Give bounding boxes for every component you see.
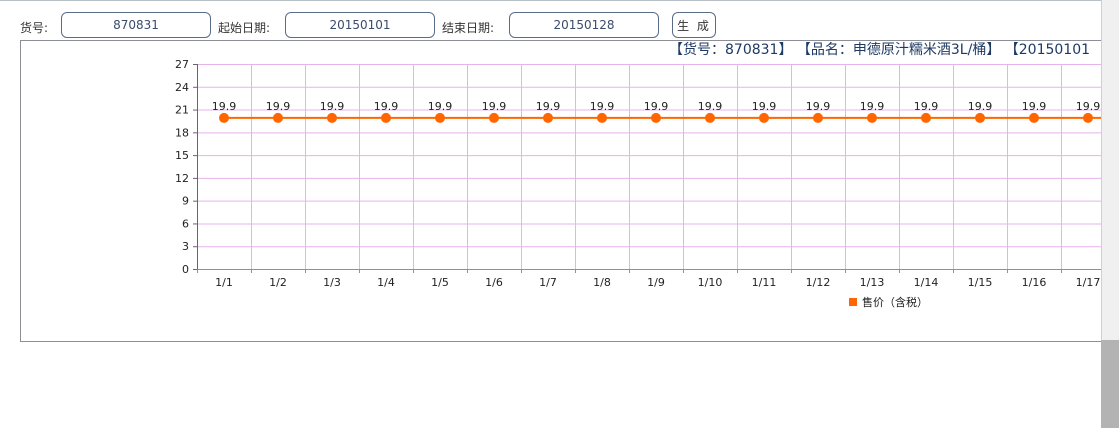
x-tick-label: 1/3 bbox=[323, 276, 341, 289]
legend-marker bbox=[849, 298, 857, 306]
y-tick-label: 12 bbox=[175, 172, 189, 185]
price-line-chart: 0 3 6 9 12 15 18 21 24 27 1/1 1/2 1/3 1/4 1/5 1/6 1/7 1/8… bbox=[175, 58, 1101, 309]
chart-title: 【货号：870831】 【品名：申德原汁糯米酒3L/桶】 【20150101 bbox=[669, 42, 1091, 58]
y-tick-label: 21 bbox=[175, 104, 189, 117]
data-label: 19.9 bbox=[806, 100, 831, 113]
query-toolbar: 货号: 起始日期: 结束日期: 生 成 bbox=[0, 0, 1100, 40]
data-point bbox=[273, 112, 283, 123]
data-point bbox=[867, 112, 877, 123]
data-label: 19.9 bbox=[698, 100, 723, 113]
item-no-label: 货号: bbox=[20, 21, 49, 35]
end-date-input[interactable] bbox=[509, 12, 659, 38]
data-point bbox=[813, 112, 823, 123]
x-tick-label: 1/16 bbox=[1022, 276, 1047, 289]
y-tick-label: 15 bbox=[175, 149, 189, 162]
data-label: 19.9 bbox=[968, 100, 993, 113]
end-date-label: 结束日期: bbox=[442, 21, 495, 35]
x-tick-label: 1/11 bbox=[752, 276, 777, 289]
x-tick-label: 1/14 bbox=[914, 276, 939, 289]
generate-button[interactable]: 生 成 bbox=[672, 12, 716, 38]
start-date-input[interactable] bbox=[285, 12, 435, 38]
data-label: 19.9 bbox=[428, 100, 453, 113]
x-tick-label: 1/2 bbox=[269, 276, 287, 289]
start-date-label: 起始日期: bbox=[218, 21, 271, 35]
y-tick-label: 9 bbox=[182, 195, 189, 208]
chart-axes: 0 3 6 9 12 15 18 21 24 27 1/1 1/2 1/3 1/4 1/5 1/6 1/7 1/8… bbox=[175, 58, 1101, 289]
data-label: 19.9 bbox=[914, 100, 939, 113]
data-label: 19.9 bbox=[1022, 100, 1047, 113]
y-tick-label: 0 bbox=[182, 263, 189, 276]
data-label: 19.9 bbox=[752, 100, 777, 113]
x-tick-label: 1/4 bbox=[377, 276, 395, 289]
x-tick-label: 1/8 bbox=[593, 276, 611, 289]
data-label: 19.9 bbox=[1076, 100, 1101, 113]
x-tick-label: 1/13 bbox=[860, 276, 885, 289]
data-point bbox=[1029, 112, 1039, 123]
data-label: 19.9 bbox=[536, 100, 561, 113]
data-point bbox=[435, 112, 445, 123]
x-tick-label: 1/5 bbox=[431, 276, 449, 289]
x-tick-label: 1/1 bbox=[215, 276, 233, 289]
item-no-input[interactable] bbox=[61, 12, 211, 38]
x-tick-label: 1/10 bbox=[698, 276, 723, 289]
data-point bbox=[597, 112, 607, 123]
data-point bbox=[705, 112, 715, 123]
data-label: 19.9 bbox=[212, 100, 237, 113]
chart-series: 19.9 19.9 19.9 19.9 19.9 19.9 19.9 19.9 19.9 19.9… bbox=[212, 100, 1101, 123]
x-tick-label: 1/15 bbox=[968, 276, 993, 289]
data-point bbox=[921, 112, 931, 123]
x-tick-label: 1/7 bbox=[539, 276, 557, 289]
data-point bbox=[759, 112, 769, 123]
data-point bbox=[381, 112, 391, 123]
data-label: 19.9 bbox=[320, 100, 345, 113]
data-point bbox=[219, 112, 229, 123]
y-tick-label: 24 bbox=[175, 81, 189, 94]
data-point bbox=[327, 112, 337, 123]
x-tick-label: 1/9 bbox=[647, 276, 665, 289]
data-point bbox=[489, 112, 499, 123]
x-tick-label: 1/6 bbox=[485, 276, 503, 289]
x-tick-label: 1/12 bbox=[806, 276, 831, 289]
price-chart-panel: 【货号：870831】 【品名：申德原汁糯米酒3L/桶】 【20150101 0… bbox=[20, 40, 1101, 342]
data-point bbox=[1083, 112, 1093, 123]
data-point bbox=[651, 112, 661, 123]
legend-label: 售价（含税） bbox=[862, 295, 928, 309]
data-point bbox=[543, 112, 553, 123]
data-label: 19.9 bbox=[266, 100, 291, 113]
data-point bbox=[975, 112, 985, 123]
chart-legend: 售价（含税） bbox=[849, 295, 928, 309]
y-tick-label: 3 bbox=[182, 240, 189, 253]
data-label: 19.9 bbox=[860, 100, 885, 113]
scrollbar-thumb[interactable] bbox=[1101, 340, 1119, 428]
y-tick-label: 6 bbox=[182, 217, 189, 230]
data-label: 19.9 bbox=[374, 100, 399, 113]
x-tick-label: 1/17 bbox=[1076, 276, 1101, 289]
data-label: 19.9 bbox=[482, 100, 507, 113]
chart-grid bbox=[197, 64, 1101, 269]
data-label: 19.9 bbox=[644, 100, 669, 113]
y-tick-label: 18 bbox=[175, 126, 189, 139]
y-tick-label: 27 bbox=[175, 58, 189, 71]
data-label: 19.9 bbox=[590, 100, 615, 113]
